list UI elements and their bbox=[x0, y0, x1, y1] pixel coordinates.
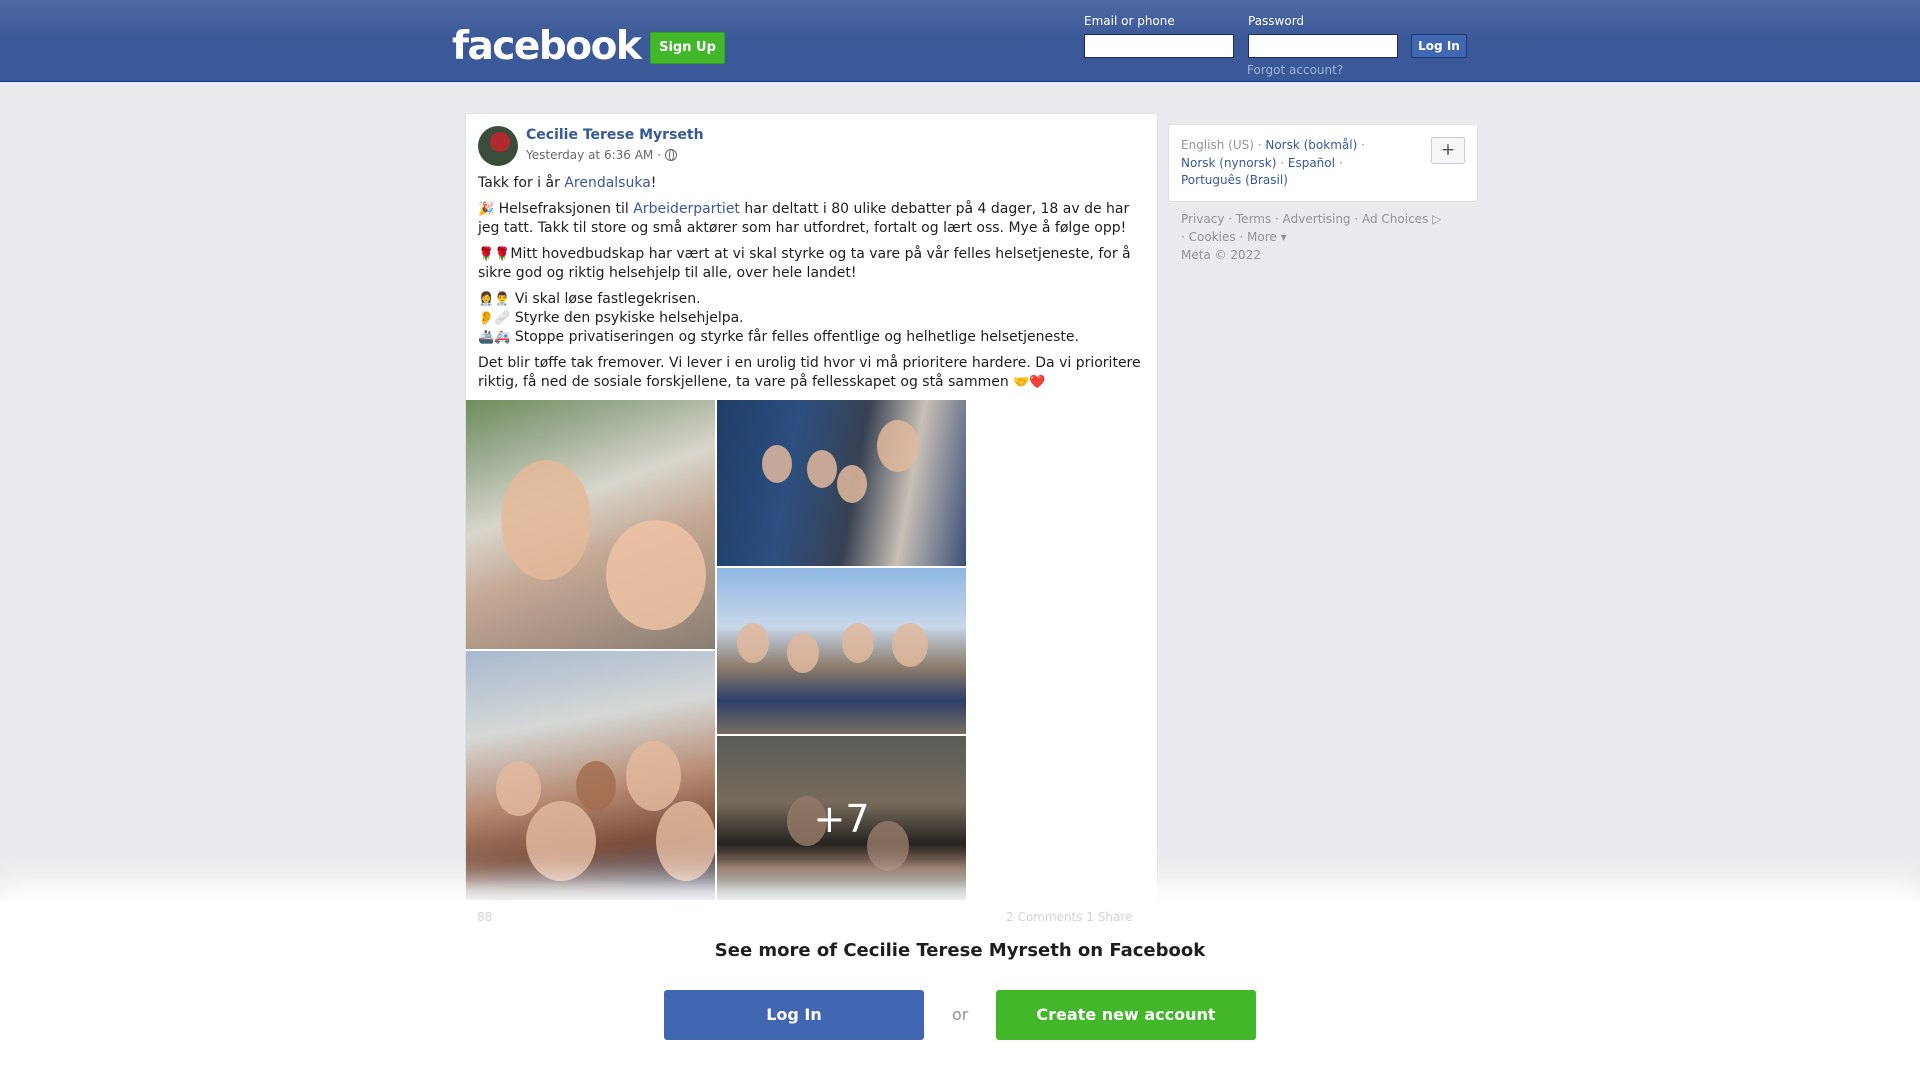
public-globe-icon bbox=[664, 149, 677, 161]
party-emoji: 🎉 bbox=[478, 202, 495, 217]
email-label: Email or phone bbox=[1084, 14, 1175, 28]
reaction-count: 88 bbox=[477, 910, 493, 924]
language-norsk-nynorsk[interactable]: Norsk (nynorsk) bbox=[1181, 156, 1276, 170]
rose-emoji: 🌹🌹 bbox=[478, 247, 511, 262]
comments-shares-count: 2 Comments 1 Share bbox=[1006, 910, 1133, 924]
language-selector-box: English (US) · Norsk (bokmål) · Norsk (n… bbox=[1168, 124, 1478, 202]
author-name[interactable]: Cecilie Terese Myrseth bbox=[526, 127, 704, 143]
password-input[interactable] bbox=[1248, 34, 1398, 58]
post-body: Takk for i år Arendalsuka! 🎉 Helsefraksj… bbox=[478, 174, 1148, 399]
photo-2[interactable] bbox=[717, 400, 966, 566]
language-list: English (US) · Norsk (bokmål) · Norsk (n… bbox=[1181, 138, 1365, 187]
post-timestamp[interactable]: Yesterday at 6:36 AM · bbox=[526, 148, 661, 162]
language-portugues[interactable]: Português (Brasil) bbox=[1181, 173, 1288, 187]
current-language: English (US) · bbox=[1181, 138, 1266, 152]
footer-copyright: Meta © 2022 bbox=[1181, 248, 1261, 262]
login-prompt-overlay bbox=[0, 900, 1920, 1080]
post-bullets: 👩‍⚕️👨‍⚕️ Vi skal løse fastlegekrisen. 👂🩹… bbox=[478, 291, 1079, 345]
photo-1[interactable] bbox=[466, 400, 715, 649]
footer-links: Privacy · Terms · Advertising · Ad Choic… bbox=[1181, 210, 1481, 264]
see-more-heading: See more of Cecilie Terese Myrseth on Fa… bbox=[714, 940, 1206, 961]
email-input[interactable] bbox=[1084, 34, 1234, 58]
password-label: Password bbox=[1248, 14, 1305, 28]
arendalsuka-link[interactable]: Arendalsuka bbox=[564, 175, 650, 191]
footer-line-2[interactable]: · Cookies · More ▾ bbox=[1181, 228, 1481, 246]
sign-up-button[interactable]: Sign Up bbox=[650, 32, 725, 64]
ear-emoji: 👂🩹 bbox=[478, 311, 511, 326]
photo-5[interactable]: +7 bbox=[717, 736, 966, 902]
overlay-login-button[interactable]: Log In bbox=[664, 990, 924, 1040]
post-paragraph-3: 🌹🌹Mitt hovedbudskap har vært at vi skal … bbox=[478, 246, 1131, 281]
post-paragraph-5: Det blir tøffe tak fremover. Vi lever i … bbox=[478, 355, 1141, 390]
footer-line-1[interactable]: Privacy · Terms · Advertising · Ad Choic… bbox=[1181, 210, 1481, 228]
language-espanol[interactable]: Español bbox=[1288, 156, 1335, 170]
post-meta: Yesterday at 6:36 AM · bbox=[526, 148, 677, 162]
post-paragraph-1: Takk for i år Arendalsuka! bbox=[478, 175, 657, 191]
top-bar: facebook Sign Up Email or phone Password… bbox=[0, 0, 1920, 82]
author-avatar[interactable] bbox=[478, 126, 518, 166]
create-account-button[interactable]: Create new account bbox=[996, 990, 1256, 1040]
photo-4[interactable] bbox=[466, 651, 715, 900]
handshake-heart-emoji: 🤝❤️ bbox=[1013, 375, 1046, 390]
photo-3[interactable] bbox=[717, 568, 966, 734]
or-label: or bbox=[952, 1005, 969, 1024]
facebook-logo[interactable]: facebook bbox=[452, 24, 642, 69]
post-paragraph-2: 🎉 Helsefraksjonen til Arbeiderpartiet ha… bbox=[478, 201, 1130, 236]
ship-ambulance-emoji: 🚢🚑 bbox=[478, 330, 511, 345]
login-button[interactable]: Log In bbox=[1411, 34, 1467, 58]
forgot-account-link[interactable]: Forgot account? bbox=[1247, 63, 1343, 77]
more-languages-button[interactable]: + bbox=[1431, 137, 1465, 164]
more-photos-overlay[interactable]: +7 bbox=[717, 736, 966, 902]
language-norsk-bokmal[interactable]: Norsk (bokmål) bbox=[1265, 138, 1357, 152]
doctor-emoji: 👩‍⚕️👨‍⚕️ bbox=[478, 292, 511, 307]
arbeiderpartiet-link[interactable]: Arbeiderpartiet bbox=[633, 201, 740, 217]
post-card: Cecilie Terese Myrseth Yesterday at 6:36… bbox=[465, 113, 1158, 993]
